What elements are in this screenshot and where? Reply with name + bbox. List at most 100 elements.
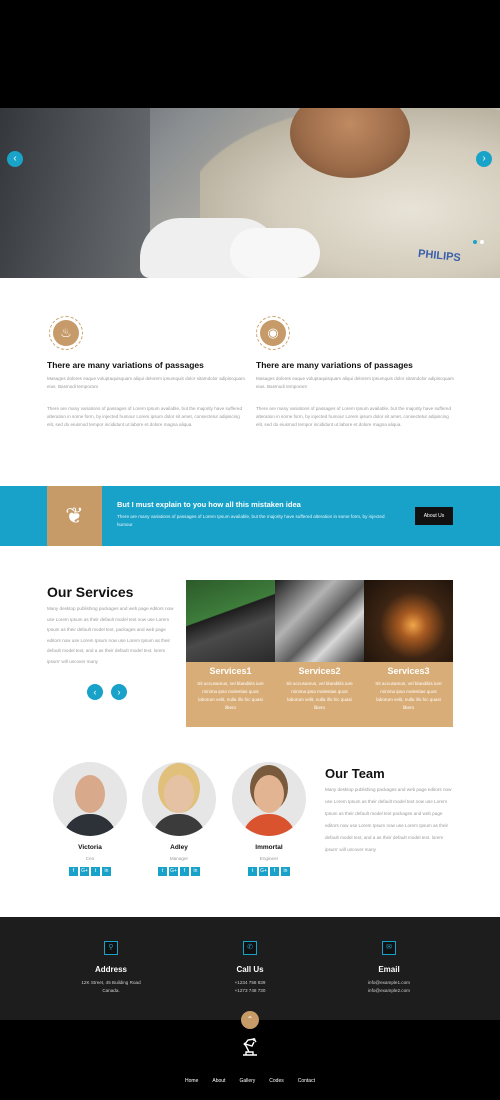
- contact-title: Address: [94, 965, 127, 974]
- footer: ⌃ Home About Gallery Codes Contact: [0, 1011, 500, 1100]
- feature-badge: ♨: [49, 316, 83, 350]
- services-next-button[interactable]: ›: [111, 684, 127, 700]
- team-member: Adley Manager t G+ f in: [139, 762, 219, 876]
- member-name: Adley: [170, 844, 188, 851]
- facebook-icon[interactable]: f: [69, 867, 78, 876]
- feature-title: There are many variations of passages: [47, 360, 204, 370]
- service-photo: [186, 580, 275, 662]
- avatar: [53, 762, 127, 836]
- robot-arm-logo-icon[interactable]: [239, 1035, 261, 1057]
- service-card-body: Services3 Sit accusamus, vel blanditiis …: [364, 662, 453, 727]
- footer-link-codes[interactable]: Codes: [269, 1078, 283, 1084]
- top-bar: [0, 0, 500, 108]
- contact-title: Email: [378, 965, 400, 974]
- hero-glove: [230, 228, 320, 278]
- service-photo: [275, 580, 364, 662]
- about-us-button[interactable]: About Us: [415, 507, 453, 525]
- team-description: Many desktop publishing packages and web…: [325, 787, 452, 852]
- twitter-icon[interactable]: t: [91, 867, 100, 876]
- twitter-icon[interactable]: t: [248, 867, 257, 876]
- service-text: Sit accusamus, vel blanditiis iure minim…: [286, 681, 353, 710]
- team-heading: Our Team: [325, 766, 385, 781]
- contact-title: Call Us: [236, 965, 264, 974]
- features-section: ♨ There are many variations of passages …: [0, 278, 500, 486]
- feature-text: There are many variations of passages of…: [47, 406, 242, 427]
- facebook-icon[interactable]: f: [180, 867, 189, 876]
- google-plus-icon[interactable]: G+: [80, 867, 89, 876]
- contact-address: ⚲ Address 12K Street, 45 Building Road C…: [41, 941, 181, 993]
- avatar: [142, 762, 216, 836]
- services-prev-button[interactable]: ‹: [87, 684, 103, 700]
- avatar: [232, 762, 306, 836]
- member-role: Ceo: [85, 856, 95, 861]
- service-card[interactable]: Services3 Sit accusamus, vel blanditiis …: [364, 580, 453, 727]
- contact-link[interactable]: info@example2.com: [319, 988, 459, 993]
- avatar-head: [75, 775, 105, 813]
- leaf-icon: ❦: [47, 486, 102, 546]
- footer-link-gallery[interactable]: Gallery: [239, 1078, 255, 1084]
- linkedin-icon[interactable]: in: [191, 867, 200, 876]
- envelope-icon: ✉: [382, 941, 396, 955]
- chevron-left-icon[interactable]: ‹: [7, 151, 23, 167]
- contact-line: Canada.: [102, 988, 120, 993]
- service-title: Services1: [209, 666, 252, 676]
- footer-link-contact[interactable]: Contact: [298, 1078, 315, 1084]
- contact-section: ⚲ Address 12K Street, 45 Building Road C…: [0, 917, 500, 1020]
- service-text: Sit accusamus, vel blanditiis iure minim…: [197, 681, 264, 710]
- map-marker-icon: ⚲: [104, 941, 118, 955]
- avatar-head: [254, 775, 284, 813]
- services-description: Many desktop publishing packages and web…: [47, 606, 174, 664]
- service-card[interactable]: Services1 Sit accusamus, vel blanditiis …: [186, 580, 275, 727]
- piggy-bank-icon: ◉: [260, 320, 286, 346]
- linkedin-icon[interactable]: in: [281, 867, 290, 876]
- contact-line: +1273 748 730: [234, 988, 266, 993]
- contact-email: ✉ Email info@example1.com info@example2.…: [319, 941, 459, 993]
- contact-line: 12K Street, 45 Building Road: [81, 980, 141, 985]
- linkedin-icon[interactable]: in: [102, 867, 111, 876]
- slider-dot-active[interactable]: [473, 240, 477, 244]
- team-member: Immortal Engineer t G+ f in: [229, 762, 309, 876]
- google-plus-icon[interactable]: G+: [259, 867, 268, 876]
- service-card-body: Services1 Sit accusamus, vel blanditiis …: [186, 662, 275, 727]
- avatar-body: [152, 814, 206, 836]
- member-socials: t G+ f in: [139, 867, 219, 876]
- member-name: Immortal: [255, 844, 283, 851]
- contact-phone: ✆ Call Us +1234 758 839 +1273 748 730: [180, 941, 320, 993]
- team-member: Victoria Ceo f G+ t in: [50, 762, 130, 876]
- footer-link-home[interactable]: Home: [185, 1078, 198, 1084]
- footer-link-about[interactable]: About: [212, 1078, 225, 1084]
- service-title: Services3: [387, 666, 430, 676]
- feature-text: There are many variations of passages of…: [256, 406, 451, 427]
- callout-banner: ❦ But I must explain to you how all this…: [0, 486, 500, 546]
- flame-icon: ♨: [53, 320, 79, 346]
- hero-background: [0, 108, 150, 278]
- twitter-icon[interactable]: t: [158, 867, 167, 876]
- slider-dot[interactable]: [480, 240, 484, 244]
- scroll-up-button[interactable]: ⌃: [241, 1011, 259, 1029]
- member-role: Engineer: [259, 856, 279, 861]
- hero-slider: PHILIPS: [0, 108, 500, 278]
- feature-text: Masages dolores eaque voluptaquisquam al…: [47, 376, 245, 389]
- google-plus-icon[interactable]: G+: [169, 867, 178, 876]
- footer-nav: Home About Gallery Codes Contact: [0, 1078, 500, 1084]
- service-title: Services2: [298, 666, 341, 676]
- service-card[interactable]: Services2 Sit accusamus, vel blanditiis …: [275, 580, 364, 727]
- member-name: Victoria: [78, 844, 102, 851]
- avatar-head: [164, 775, 194, 813]
- service-text: Sit accusamus, vel blanditiis iure minim…: [375, 681, 442, 710]
- banner-text: There are many variations of passages of…: [117, 514, 385, 527]
- avatar-body: [242, 814, 296, 836]
- services-section: Our Services Many desktop publishing pac…: [0, 546, 500, 754]
- banner-title: But I must explain to you how all this m…: [117, 500, 301, 509]
- feature-text: Masages dolores eaque voluptaquisquam al…: [256, 376, 454, 389]
- slider-dots: [473, 240, 484, 244]
- avatar-body: [63, 814, 117, 836]
- service-photo: [364, 580, 453, 662]
- chevron-right-icon[interactable]: ›: [476, 151, 492, 167]
- feature-title: There are many variations of passages: [256, 360, 413, 370]
- facebook-icon[interactable]: f: [270, 867, 279, 876]
- member-role: Manager: [169, 856, 189, 861]
- contact-line: +1234 758 839: [234, 980, 266, 985]
- team-section: Victoria Ceo f G+ t in Adley Manager t G…: [0, 754, 500, 917]
- contact-link[interactable]: info@example1.com: [319, 980, 459, 985]
